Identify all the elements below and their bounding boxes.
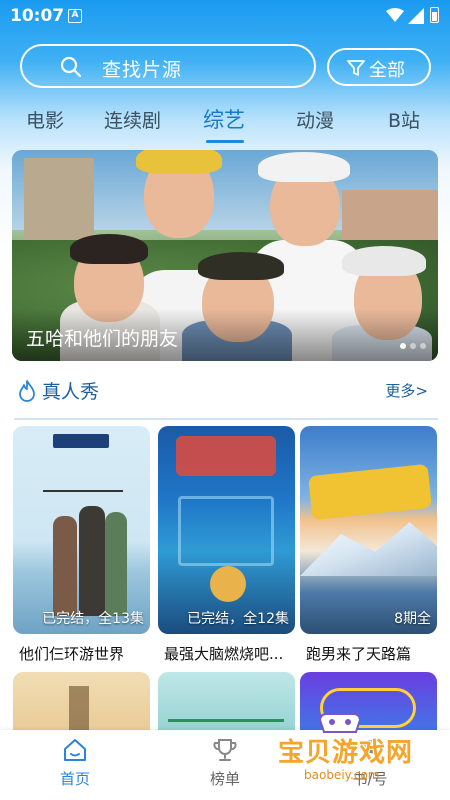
poster-logo	[53, 434, 109, 448]
tab-movie[interactable]: 电影	[26, 106, 64, 133]
show-card[interactable]: 已完结，全13集	[13, 426, 150, 634]
tab-variety[interactable]: 综艺	[203, 104, 245, 134]
card-title[interactable]: 最强大脑燃烧吧...	[164, 643, 304, 664]
banner-dot	[420, 343, 426, 349]
tab-anime[interactable]: 动漫	[296, 106, 334, 133]
poster-art	[168, 698, 284, 722]
section-divider	[14, 418, 438, 420]
search-placeholder: 查找片源	[102, 59, 183, 81]
watermark-url: baobeiy.com	[304, 768, 380, 782]
poster-title-art	[178, 496, 274, 566]
fire-icon	[19, 380, 35, 402]
banner-dot	[410, 343, 416, 349]
poster-logo	[176, 436, 276, 476]
nav-rank[interactable]: 榜单	[185, 736, 265, 789]
trophy-icon	[213, 739, 237, 761]
battery-icon	[430, 7, 439, 23]
card-badge: 已完结，全12集	[187, 611, 289, 627]
section-header: 真人秀 更多>	[14, 376, 438, 406]
tab-series[interactable]: 连续剧	[104, 106, 161, 133]
status-time: 10:07	[10, 6, 65, 26]
poster-figure	[105, 512, 127, 616]
poster-mountain	[300, 522, 437, 576]
category-tabs: 电影 连续剧 综艺 动漫 B站	[0, 100, 450, 144]
banner-building	[24, 158, 94, 248]
poster-figure	[79, 506, 105, 616]
banner-cap	[342, 246, 426, 276]
watermark-text: 宝贝游戏网	[278, 738, 414, 768]
signal-icon	[408, 8, 424, 24]
section-title: 真人秀	[42, 381, 100, 403]
filter-label: 全部	[369, 60, 405, 81]
card-title[interactable]: 跑男来了天路篇	[306, 643, 446, 664]
banner-caption: 五哈和他们的朋友	[26, 328, 179, 350]
card-badge: 8期全	[394, 611, 431, 627]
notification-icon: A	[68, 9, 82, 23]
featured-banner[interactable]: 五哈和他们的朋友	[12, 150, 438, 361]
wifi-icon	[386, 8, 404, 22]
watermark: 宝贝游戏网 baobeiy.com	[278, 713, 428, 790]
banner-dot	[400, 343, 406, 349]
nav-rank-label: 榜单	[209, 770, 240, 788]
nav-home[interactable]: 首页	[35, 736, 115, 789]
banner-cap	[198, 252, 284, 280]
banner-hair	[70, 234, 148, 264]
card-badge: 已完结，全13集	[42, 611, 144, 627]
poster-title-art	[43, 452, 123, 492]
nav-home-label: 首页	[59, 770, 90, 788]
poster-figure	[53, 516, 77, 616]
home-icon	[64, 739, 86, 761]
active-tab-indicator	[206, 140, 244, 143]
poster-trophy	[210, 566, 246, 602]
banner-pagination	[396, 334, 426, 353]
status-bar: 10:07 A	[0, 0, 450, 32]
search-input[interactable]: 查找片源	[20, 44, 316, 88]
banner-cap	[258, 152, 350, 182]
poster-logo	[308, 463, 432, 521]
search-icon	[60, 56, 82, 78]
gamepad-icon	[320, 713, 360, 733]
show-card[interactable]: 已完结，全12集	[158, 426, 295, 634]
more-link[interactable]: 更多>	[385, 380, 428, 401]
filter-icon	[347, 60, 365, 76]
show-card[interactable]: 8期全	[300, 426, 437, 634]
tab-bilibili[interactable]: B站	[388, 106, 420, 133]
banner-cap	[136, 150, 222, 174]
card-title[interactable]: 他们仨环游世界	[19, 643, 159, 664]
filter-button[interactable]: 全部	[327, 48, 431, 86]
